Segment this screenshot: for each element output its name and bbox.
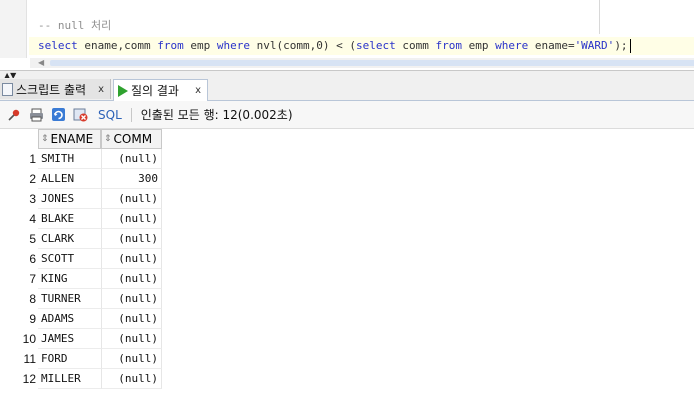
cell-ename[interactable]: FORD: [38, 349, 101, 369]
sql-editor[interactable]: -- null 처리 select ename,comm from emp wh…: [0, 0, 694, 70]
cell-comm[interactable]: (null): [101, 349, 162, 369]
margin-guide: [599, 0, 600, 34]
sql-keyword: where: [216, 39, 250, 52]
column-header-label: ENAME: [50, 132, 94, 146]
close-icon[interactable]: x: [98, 84, 104, 95]
sql-text: );: [614, 39, 628, 52]
table-row[interactable]: 4 BLAKE (null): [0, 209, 162, 229]
sql-text: comm: [395, 39, 436, 52]
row-number: 3: [29, 192, 36, 206]
column-header-ename[interactable]: ⇕ ENAME: [38, 129, 101, 149]
cell-comm[interactable]: (null): [101, 149, 162, 169]
table-row[interactable]: 1 SMITH (null): [0, 149, 162, 169]
sql-query-line[interactable]: select ename,comm from emp where nvl(com…: [29, 37, 694, 55]
result-tab-bar: 스크립트 출력 x 질의 결과 x: [0, 78, 694, 101]
table-row[interactable]: 8 TURNER (null): [0, 289, 162, 309]
sql-keyword: where: [495, 39, 529, 52]
cell-comm[interactable]: 300: [101, 169, 162, 189]
sql-keyword: select: [355, 39, 396, 52]
table-row[interactable]: 6 SCOTT (null): [0, 249, 162, 269]
editor-horizontal-scrollbar[interactable]: ◀: [30, 58, 694, 68]
sort-icon: ⇕: [104, 134, 112, 144]
table-row[interactable]: 12 MILLER (null): [0, 369, 162, 389]
text-caret: [629, 39, 631, 53]
print-icon[interactable]: [28, 107, 44, 123]
sql-string: 'WARD': [574, 39, 615, 52]
scroll-left-arrow-icon[interactable]: ◀: [38, 58, 44, 68]
sql-button[interactable]: SQL: [98, 108, 122, 122]
column-header-comm[interactable]: ⇕ COMM: [101, 129, 162, 149]
row-number: 12: [22, 372, 36, 386]
sort-icon: ⇕: [41, 134, 49, 144]
fetch-status-text: 인출된 모든 행: 12(0.002초): [140, 108, 293, 122]
cell-comm[interactable]: (null): [101, 269, 162, 289]
close-icon[interactable]: x: [195, 85, 201, 96]
cell-comm[interactable]: (null): [101, 229, 162, 249]
cell-comm[interactable]: (null): [101, 369, 162, 389]
cell-ename[interactable]: JAMES: [38, 329, 101, 349]
line-gutter: [0, 0, 27, 58]
row-number: 11: [23, 352, 36, 366]
cell-ename[interactable]: SCOTT: [38, 249, 101, 269]
cell-comm[interactable]: (null): [101, 189, 162, 209]
tab-label: 질의 결과: [131, 84, 179, 98]
cell-comm[interactable]: (null): [101, 249, 162, 269]
pin-icon[interactable]: [6, 107, 22, 123]
cell-comm[interactable]: (null): [101, 289, 162, 309]
cell-ename[interactable]: SMITH: [38, 149, 101, 169]
tab-query-result[interactable]: 질의 결과 x: [113, 79, 208, 101]
cell-comm[interactable]: (null): [101, 329, 162, 349]
cell-ename[interactable]: KING: [38, 269, 101, 289]
row-number: 9: [29, 312, 36, 326]
row-number: 5: [29, 232, 36, 246]
cell-ename[interactable]: TURNER: [38, 289, 101, 309]
row-number: 1: [29, 152, 36, 166]
table-row[interactable]: 3 JONES (null): [0, 189, 162, 209]
cell-ename[interactable]: JONES: [38, 189, 101, 209]
table-row[interactable]: 7 KING (null): [0, 269, 162, 289]
row-number: 6: [29, 252, 36, 266]
table-row[interactable]: 2 ALLEN 300: [0, 169, 162, 189]
table-row[interactable]: 9 ADAMS (null): [0, 309, 162, 329]
table-row[interactable]: 5 CLARK (null): [0, 229, 162, 249]
sql-text: nvl(comm,0) < (: [249, 39, 356, 52]
tab-script-output[interactable]: 스크립트 출력 x: [0, 79, 111, 99]
sql-text: ename=: [528, 39, 575, 52]
cell-comm[interactable]: (null): [101, 209, 162, 229]
sql-text: emp: [183, 39, 217, 52]
sql-comment-line: -- null 처리: [38, 19, 112, 32]
row-number: 7: [29, 272, 36, 286]
sql-text: emp: [461, 39, 496, 52]
clear-icon[interactable]: [72, 107, 88, 123]
cell-comm[interactable]: (null): [101, 309, 162, 329]
row-number: 10: [22, 332, 36, 346]
table-row[interactable]: 10 JAMES (null): [0, 329, 162, 349]
script-output-icon: [2, 82, 13, 96]
sql-keyword: select: [38, 39, 78, 52]
cell-ename[interactable]: CLARK: [38, 229, 101, 249]
column-header-label: COMM: [113, 132, 153, 146]
cell-ename[interactable]: MILLER: [38, 369, 101, 389]
row-number: 8: [29, 292, 36, 306]
cell-ename[interactable]: ALLEN: [38, 169, 101, 189]
refresh-icon[interactable]: [50, 107, 66, 123]
scrollbar-thumb[interactable]: [50, 60, 694, 66]
row-number: 2: [29, 172, 36, 186]
sql-keyword: from: [157, 39, 184, 52]
run-icon: [118, 84, 128, 97]
toolbar-divider: [130, 107, 132, 122]
tab-label: 스크립트 출력: [16, 82, 87, 97]
result-toolbar: SQL 인출된 모든 행: 12(0.002초): [0, 101, 694, 129]
cell-ename[interactable]: BLAKE: [38, 209, 101, 229]
cell-ename[interactable]: ADAMS: [38, 309, 101, 329]
sql-keyword: from: [435, 39, 462, 52]
sql-text: ename,comm: [77, 39, 158, 52]
table-row[interactable]: 11 FORD (null): [0, 349, 162, 369]
row-number: 4: [29, 212, 36, 226]
